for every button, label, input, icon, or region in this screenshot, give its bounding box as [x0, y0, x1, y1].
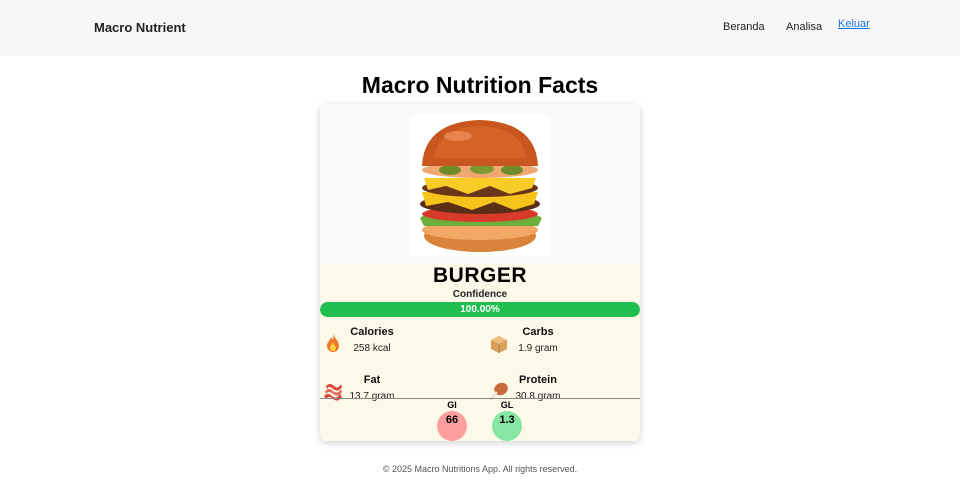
nutrient-value: 13.7 gram [349, 391, 395, 402]
nutrient-label: Fat [363, 374, 381, 386]
nutrition-card: BURGER Confidence 100.00% Calories 258 k… [320, 104, 640, 441]
food-photo [410, 114, 550, 256]
gi-label: GI [447, 400, 457, 410]
brand-logo[interactable]: Macro Nutrient [94, 20, 186, 35]
gi-value: 66 [445, 414, 459, 426]
food-name: BURGER [432, 264, 527, 287]
nav-link-analisa[interactable]: Analisa [786, 21, 822, 33]
nutrient-value: 1.9 gram [518, 343, 558, 354]
nav-link-beranda[interactable]: Beranda [723, 21, 765, 33]
nutrient-value: 258 kcal [353, 343, 391, 354]
confidence-value: 100.00% [460, 304, 500, 315]
divider [320, 398, 640, 399]
food-image-area [320, 104, 640, 264]
logout-link[interactable]: Keluar [838, 18, 870, 30]
page-title: Macro Nutrition Facts [361, 72, 599, 98]
nutrient-label: Calories [350, 326, 394, 338]
footer-copyright: © 2025 Macro Nutritions App. All rights … [382, 464, 578, 474]
gl-value: 1.3 [499, 414, 515, 426]
nutrient-label: Carbs [522, 326, 554, 338]
gl-label: GL [500, 400, 514, 410]
nutrient-calories: Calories 258 kcal [322, 326, 472, 362]
confidence-label: Confidence [452, 289, 508, 300]
nutrient-label: Protein [519, 374, 557, 386]
burger-image [420, 120, 542, 252]
confidence-bar: 100.00% [320, 302, 640, 317]
nutrient-carbs: Carbs 1.9 gram [488, 326, 638, 362]
navbar: Macro Nutrient Beranda Analisa Keluar [0, 0, 960, 56]
